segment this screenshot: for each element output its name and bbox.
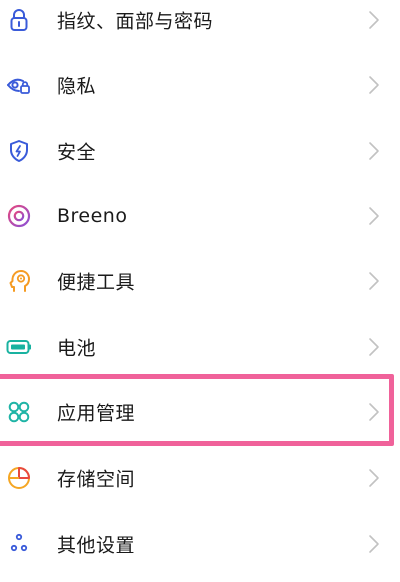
settings-item-breeno[interactable]: Breeno	[0, 183, 400, 249]
settings-item-privacy[interactable]: 隐私	[0, 52, 400, 118]
shield-icon	[6, 138, 32, 164]
settings-item-other-settings[interactable]: 其他设置	[0, 511, 400, 577]
settings-item-label: 其他设置	[57, 534, 136, 557]
settings-item-label: 电池	[57, 337, 97, 360]
settings-item-battery[interactable]: 电池	[0, 314, 400, 380]
settings-item-convenience-tools[interactable]: 便捷工具	[0, 248, 400, 314]
settings-item-label: 便捷工具	[57, 271, 136, 294]
chevron-right-icon	[368, 75, 380, 95]
breeno-icon	[6, 203, 32, 229]
chevron-right-icon	[368, 468, 380, 488]
settings-item-storage[interactable]: 存储空间	[0, 445, 400, 511]
settings-item-fingerprint-face-password[interactable]: 指纹、面部与密码	[0, 0, 400, 53]
battery-icon	[6, 334, 32, 360]
convenience-tools-icon	[6, 268, 32, 294]
settings-item-label: 安全	[57, 141, 97, 164]
other-settings-icon	[6, 531, 32, 557]
storage-pie-icon	[6, 465, 32, 491]
settings-item-label: 应用管理	[57, 402, 136, 425]
chevron-right-icon	[368, 402, 380, 422]
chevron-right-icon	[368, 534, 380, 554]
settings-item-label: 存储空间	[57, 468, 136, 491]
chevron-right-icon	[368, 141, 380, 161]
chevron-right-icon	[368, 206, 380, 226]
settings-list: 指纹、面部与密码 隐私 安全 Breeno 便捷工具 电池 应用管理 存储空间 …	[0, 0, 400, 582]
privacy-eye-icon	[6, 72, 32, 98]
settings-item-label: 隐私	[57, 75, 97, 98]
chevron-right-icon	[368, 337, 380, 357]
settings-item-label: 指纹、面部与密码	[57, 10, 214, 33]
settings-item-label: Breeno	[57, 205, 128, 227]
lock-icon	[6, 7, 32, 33]
chevron-right-icon	[368, 10, 380, 30]
settings-item-app-management[interactable]: 应用管理	[0, 379, 400, 445]
app-management-icon	[6, 399, 32, 425]
chevron-right-icon	[368, 271, 380, 291]
settings-item-security[interactable]: 安全	[0, 118, 400, 184]
